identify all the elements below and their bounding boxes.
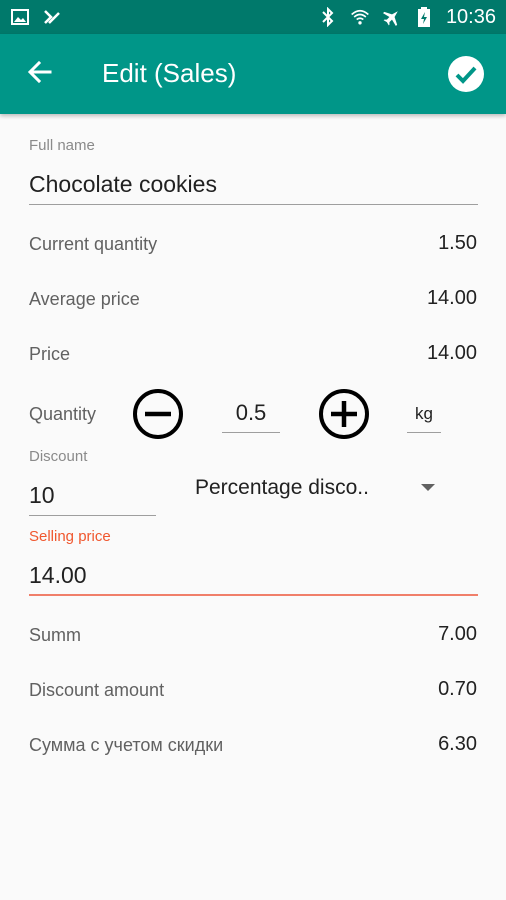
minus-circle-icon — [132, 389, 184, 444]
discount-underline — [29, 515, 156, 516]
page-title: Edit (Sales) — [102, 58, 237, 88]
back-button[interactable] — [22, 56, 58, 92]
quantity-underline — [222, 432, 280, 433]
current-quantity-value: 1.50 — [438, 232, 477, 254]
average-price-label: Average price — [29, 289, 140, 309]
battery-charging-icon — [414, 7, 434, 27]
quantity-input[interactable]: 0.5 — [222, 400, 280, 426]
checkmark-notification-icon — [42, 7, 62, 27]
arrow-left-icon — [26, 58, 54, 91]
wifi-icon — [350, 7, 370, 27]
full-name-label: Full name — [29, 137, 95, 154]
summ-value: 7.00 — [438, 623, 477, 645]
full-name-underline — [29, 204, 478, 205]
status-left-icons — [10, 7, 62, 27]
check-circle-icon — [446, 56, 486, 98]
decrease-quantity-button[interactable] — [132, 388, 184, 440]
total-with-discount-value: 6.30 — [438, 733, 477, 755]
status-time: 10:36 — [445, 5, 496, 28]
discount-label: Discount — [29, 448, 88, 465]
plus-circle-icon — [318, 389, 370, 444]
discount-field[interactable]: 10 — [29, 482, 55, 509]
quantity-label: Quantity — [29, 404, 97, 424]
discount-type-selected: Percentage disco.. — [195, 476, 369, 499]
increase-quantity-button[interactable] — [318, 388, 370, 440]
status-bar: 10:36 — [0, 0, 506, 34]
summ-label: Summ — [29, 625, 82, 645]
total-with-discount-label: Сумма с учетом скидки — [29, 735, 224, 755]
discount-amount-value: 0.70 — [438, 678, 477, 700]
image-icon — [10, 7, 30, 27]
airplane-icon — [382, 7, 402, 27]
selling-price-underline — [29, 594, 478, 596]
edit-form: Full name Chocolate cookies Current quan… — [0, 114, 506, 900]
current-quantity-label: Current quantity — [29, 234, 158, 254]
bluetooth-icon — [318, 7, 338, 27]
toolbar: Edit (Sales) — [0, 34, 506, 114]
status-right-icons: 10:36 — [318, 6, 496, 29]
unit-field[interactable]: kg — [407, 404, 441, 424]
price-label: Price — [29, 344, 71, 364]
discount-type-dropdown[interactable]: Percentage disco.. — [195, 472, 445, 508]
discount-amount-label: Discount amount — [29, 680, 165, 700]
confirm-button[interactable] — [446, 54, 486, 94]
price-value: 14.00 — [426, 342, 477, 364]
selling-price-label: Selling price — [29, 528, 111, 545]
full-name-field[interactable]: Chocolate cookies — [29, 171, 217, 198]
average-price-value: 14.00 — [426, 287, 477, 309]
selling-price-field[interactable]: 14.00 — [29, 562, 87, 589]
unit-underline — [407, 432, 441, 433]
dropdown-arrow-icon — [421, 484, 435, 491]
